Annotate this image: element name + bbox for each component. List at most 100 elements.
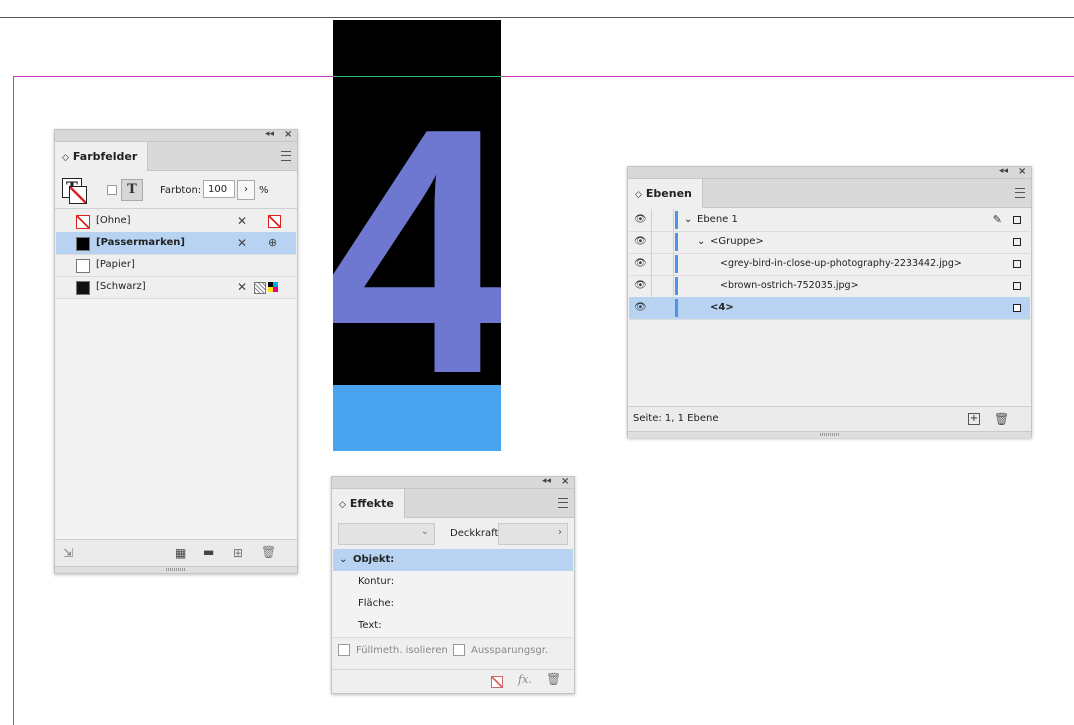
process-color-icon — [254, 282, 266, 294]
collapse-icon[interactable]: ◂◂ — [265, 129, 274, 139]
tab-strip: ◇ Effekte — [332, 489, 574, 518]
panel-titlebar[interactable]: ◂◂ × — [55, 129, 297, 142]
clear-effects-icon[interactable] — [491, 676, 503, 688]
target-square-icon[interactable] — [1013, 304, 1021, 312]
layer-row-grey-bird[interactable]: 👁 <grey-bird-in-close-up-photography-223… — [629, 253, 1030, 276]
new-swatch-icon[interactable]: ⊞ — [233, 546, 243, 560]
isolate-blending-checkbox[interactable]: Füllmeth. isolieren — [338, 644, 448, 656]
swatches-panel: ◂◂ × ◇Farbfelder T T Farbton: 100 › % [O… — [54, 129, 298, 574]
visibility-eye-icon[interactable]: 👁 — [634, 209, 647, 231]
layer-row-brown-ostrich[interactable]: 👁 <brown-ostrich-752035.jpg> — [629, 275, 1030, 298]
close-icon[interactable]: × — [1018, 166, 1026, 177]
text-format-icon[interactable]: T — [121, 179, 143, 201]
fx-icon[interactable]: fx. — [518, 673, 532, 686]
tab-arrows-icon: ◇ — [62, 153, 69, 163]
tab-farbfelder[interactable]: ◇ Farbfelder — [55, 142, 149, 171]
swatch-row-schwarz[interactable]: [Schwarz] ✕ — [56, 276, 296, 299]
effect-row-kontur[interactable]: Kontur: — [333, 571, 573, 594]
tab-arrows-icon: ◇ — [635, 190, 642, 200]
knockout-group-checkbox[interactable]: Aussparungsgr. — [453, 644, 548, 656]
page-top-edge — [0, 17, 1074, 18]
target-square-icon[interactable] — [1013, 260, 1021, 268]
effect-row-objekt[interactable]: ⌄ Objekt: — [333, 549, 573, 572]
checkbox-label: Füllmeth. isolieren — [356, 645, 448, 656]
tab-strip: ◇ Ebenen — [628, 179, 1031, 208]
tab-label: Ebenen — [645, 187, 692, 200]
tab-arrows-icon: ◇ — [339, 500, 346, 510]
artwork-number-four: 4 — [333, 56, 501, 447]
status-text: Seite: 1, 1 Ebene — [633, 413, 719, 424]
effect-row-flaeche[interactable]: Fläche: — [333, 593, 573, 616]
stroke-none-icon[interactable] — [69, 186, 87, 204]
effects-panel: ◂◂ × ◇ Effekte ⌄ Deckkraft: › ⌄ Objekt: K… — [331, 476, 575, 694]
new-color-group-icon[interactable]: ▦ — [175, 546, 186, 560]
visibility-eye-icon[interactable]: 👁 — [634, 275, 647, 297]
tint-unit: % — [259, 185, 269, 196]
opacity-label: Deckkraft: — [450, 528, 502, 539]
new-layer-icon[interactable]: + — [968, 413, 980, 425]
layer-row-gruppe[interactable]: 👁 ⌄ <Gruppe> — [629, 231, 1030, 254]
swatch-controls: T T Farbton: 100 › % — [55, 172, 297, 209]
none-type-icon — [268, 215, 281, 228]
effect-row-label: Text: — [358, 620, 382, 631]
layer-color-bar — [675, 277, 678, 295]
swatch-row-papier[interactable]: [Papier] — [56, 254, 296, 277]
trash-icon[interactable]: 🗑 — [994, 407, 1009, 431]
opacity-input[interactable]: › — [498, 523, 568, 545]
expand-chevron-icon: ⌄ — [339, 554, 348, 565]
container-format-icon[interactable] — [107, 185, 117, 195]
panel-titlebar[interactable]: ◂◂ × — [332, 476, 574, 489]
tint-input[interactable]: 100 — [203, 180, 235, 198]
swatch-row-ohne[interactable]: [Ohne] ✕ — [56, 210, 296, 233]
layer-list-empty-area — [629, 320, 1030, 406]
target-square-icon[interactable] — [1013, 216, 1021, 224]
collapse-icon[interactable]: ◂◂ — [999, 166, 1008, 176]
trash-icon[interactable]: 🗑 — [261, 545, 276, 559]
checkbox-label: Aussparungsgr. — [471, 645, 549, 656]
swatch-row-passermarken[interactable]: [Passermarken] ✕ ⊕ — [56, 232, 296, 255]
chevron-down-icon: ⌄ — [420, 526, 429, 537]
trash-icon[interactable]: 🗑 — [546, 672, 561, 686]
swatch-name: [Schwarz] — [96, 281, 146, 292]
expand-chevron-icon[interactable]: ⌄ — [684, 209, 692, 231]
folder-icon[interactable]: ▬ — [203, 545, 214, 559]
effect-row-text[interactable]: Text: — [333, 615, 573, 638]
layer-color-bar — [675, 211, 678, 229]
artwork-green-guide — [333, 76, 501, 77]
cmyk-icon — [268, 282, 278, 292]
layer-row-4[interactable]: 👁 <4> — [629, 297, 1030, 320]
target-square-icon[interactable] — [1013, 238, 1021, 246]
layer-color-bar — [675, 255, 678, 273]
tint-stepper-icon[interactable]: › — [237, 180, 255, 200]
layer-name: <grey-bird-in-close-up-photography-22334… — [720, 258, 962, 269]
close-icon[interactable]: × — [284, 129, 292, 140]
panel-menu-icon[interactable] — [558, 498, 568, 508]
visibility-eye-icon[interactable]: 👁 — [634, 253, 647, 275]
layer-name: <Gruppe> — [710, 236, 764, 247]
resize-grip[interactable] — [628, 431, 1031, 438]
target-square-icon[interactable] — [1013, 282, 1021, 290]
artwork-frame[interactable]: 4 — [333, 20, 501, 451]
visibility-eye-icon[interactable]: 👁 — [634, 297, 647, 319]
swatch-name: [Ohne] — [96, 215, 131, 226]
expand-chevron-icon[interactable]: ⌄ — [697, 231, 705, 253]
panel-menu-icon[interactable] — [281, 151, 291, 161]
effect-row-label: Fläche: — [358, 598, 395, 609]
tab-effekte[interactable]: ◇ Effekte — [332, 489, 405, 518]
tint-label: Farbton: — [160, 185, 202, 196]
collapse-icon[interactable]: ◂◂ — [542, 476, 551, 486]
panel-titlebar[interactable]: ◂◂ × — [628, 166, 1031, 179]
show-swatch-types-icon[interactable]: ⇲ — [63, 546, 73, 560]
margin-guide-horizontal — [13, 76, 1074, 77]
visibility-eye-icon[interactable]: 👁 — [634, 231, 647, 253]
registration-icon: ⊕ — [268, 236, 278, 249]
close-icon[interactable]: × — [561, 476, 569, 487]
blend-mode-select[interactable]: ⌄ — [338, 523, 435, 545]
tab-ebenen[interactable]: ◇ Ebenen — [628, 179, 703, 208]
layer-row-ebene1[interactable]: 👁 ⌄ Ebene 1 ✎ — [629, 209, 1030, 232]
no-edit-icon: ✕ — [237, 236, 248, 250]
swatch-none-icon — [76, 215, 90, 229]
swatch-name: [Papier] — [96, 259, 135, 270]
panel-menu-icon[interactable] — [1015, 188, 1025, 198]
resize-grip[interactable] — [55, 566, 297, 573]
